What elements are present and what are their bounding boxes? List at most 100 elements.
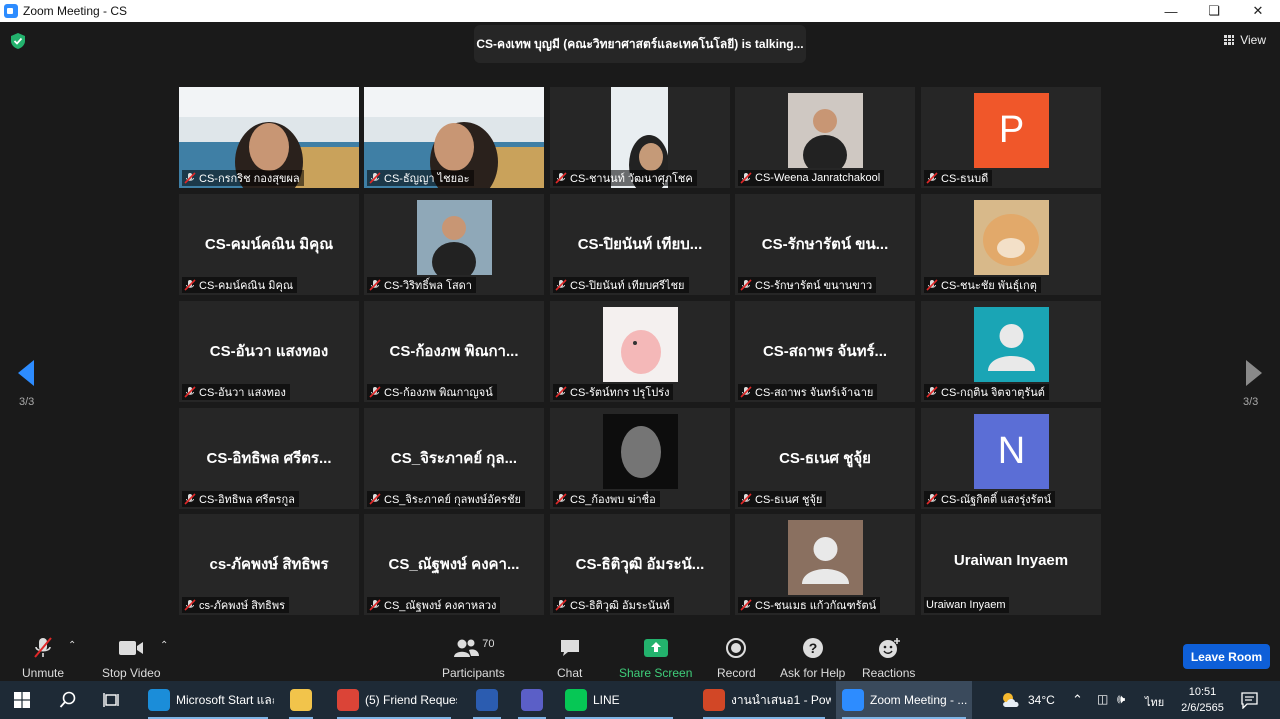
- participants-count: 70: [482, 638, 495, 650]
- participant-name-label: CS_ก้องพบ ฆ่าชื่อ: [553, 491, 660, 507]
- participant-tile[interactable]: P CS-ธนบดี: [921, 87, 1101, 188]
- participant-tile[interactable]: CS-สถาพร จันทร์... CS-สถาพร จันทร์เจ้าฉาย: [735, 301, 915, 402]
- taskbar-app-word[interactable]: [467, 681, 507, 719]
- weather-widget[interactable]: 34°C: [1000, 681, 1062, 719]
- participant-name: CS-ธิติวุฒิ อัมระนันท์: [570, 600, 670, 612]
- participant-name-label: CS-รักษารัตน์ ขนานขาว: [738, 277, 877, 293]
- participant-name: CS-ก้องภพ พิณกาญจน์: [384, 387, 493, 399]
- participant-tile[interactable]: CS_ก้องพบ ฆ่าชื่อ: [550, 408, 730, 509]
- zoom-app-icon: [4, 4, 18, 18]
- participant-name: CS-ชานนท์ วัฒนาศุภโชค: [570, 173, 693, 185]
- taskbar-app-powerpoint[interactable]: งานนำเสนอ1 - Pow...: [697, 681, 831, 719]
- participant-tile[interactable]: CS_จิระภาคย์ กุล... CS_จิระภาคย์ กุลพงษ์อ…: [364, 408, 544, 509]
- audio-options-chevron-icon[interactable]: ⌃: [68, 640, 76, 651]
- participants-icon: [454, 639, 480, 657]
- muted-mic-icon: [926, 493, 938, 505]
- muted-mic-icon: [184, 386, 196, 398]
- participant-name: Uraiwan Inyaem: [926, 599, 1006, 611]
- security-shield-icon[interactable]: [11, 33, 25, 49]
- participant-name: CS-รักษารัตน์ ขนานขาว: [755, 280, 873, 292]
- muted-mic-icon: [369, 386, 381, 398]
- taskbar-app-folder[interactable]: [283, 681, 319, 719]
- restore-icon[interactable]: ❏: [1192, 0, 1236, 22]
- participant-tile[interactable]: CS-ปิยนันท์ เทียบ... CS-ปิยนันท์ เทียบศรี…: [550, 194, 730, 295]
- tray-overflow-chevron-icon[interactable]: ⌃: [1072, 692, 1083, 708]
- participant-tile[interactable]: CS-วิริทธิ์พล โสดา: [364, 194, 544, 295]
- muted-mic-icon: [555, 386, 567, 398]
- participant-tile[interactable]: CS-ชนเมธ แก้วกัณฑรัตน์: [735, 514, 915, 615]
- leave-room-button[interactable]: Leave Room: [1183, 644, 1270, 669]
- participant-name: CS-กฤติน จิตจาตุรันต์: [941, 387, 1045, 399]
- participant-tile[interactable]: CS-อันวา แสงทอง CS-อันวา แสงทอง: [179, 301, 359, 402]
- participant-tile[interactable]: cs-ภัคพงษ์ สิทธิพร cs-ภัคพงษ์ สิทธิพร: [179, 514, 359, 615]
- participant-name-label: CS-ธัญญา ไชยอะ: [367, 170, 474, 186]
- participant-tile[interactable]: CS-ก้องภพ พิณกา... CS-ก้องภพ พิณกาญจน์: [364, 301, 544, 402]
- participant-photo: [603, 414, 678, 489]
- video-options-chevron-icon[interactable]: ⌃: [160, 640, 168, 651]
- participant-tile[interactable]: CS-อิทธิพล ศรีตร... CS-อิทธิพล ศรีตรกูล: [179, 408, 359, 509]
- ask-for-help-button[interactable]: ? Ask for Help: [780, 636, 845, 680]
- participant-tile[interactable]: CS-ชนะชัย พันธุ์เกตุ: [921, 194, 1101, 295]
- task-view-button[interactable]: [92, 681, 132, 719]
- participant-name-label: CS-ชนเมธ แก้วกัณฑรัตน์: [738, 597, 881, 613]
- windows-logo-icon: [14, 692, 30, 708]
- previous-page-arrow-icon[interactable]: [18, 360, 34, 386]
- participant-tile[interactable]: CS-ธิติวุฒิ อัมระนั... CS-ธิติวุฒิ อัมระน…: [550, 514, 730, 615]
- unmute-label: Unmute: [22, 666, 65, 680]
- participant-tile[interactable]: Uraiwan Inyaem Uraiwan Inyaem: [921, 514, 1101, 615]
- participant-tile[interactable]: CS-คมน์คณิน มิคุณ CS-คมน์คณิน มิคุณ: [179, 194, 359, 295]
- participant-name: CS-ธัญญา ไชยอะ: [384, 173, 470, 185]
- zoom-icon: [842, 689, 864, 711]
- network-icon[interactable]: ◫: [1097, 692, 1108, 706]
- participant-tile[interactable]: N CS-ณัฐกิตติ์ แสงรุ่งรัตน์: [921, 408, 1101, 509]
- participant-name: CS-กรกริช กองสุขผล: [199, 173, 300, 185]
- start-button[interactable]: [0, 681, 44, 719]
- reactions-label: Reactions: [862, 666, 916, 680]
- participant-tile[interactable]: CS-รัตน์ทกร ปรุโปร่ง: [550, 301, 730, 402]
- participant-tile[interactable]: CS-กรกริช กองสุขผล: [179, 87, 359, 188]
- participant-tile[interactable]: CS-ชานนท์ วัฒนาศุภโชค: [550, 87, 730, 188]
- system-clock[interactable]: 10:51 2/6/2565: [1175, 684, 1230, 716]
- participants-button[interactable]: 70 Participants: [442, 636, 505, 680]
- muted-mic-icon: [369, 279, 381, 291]
- participant-display-name: CS-ปิยนันท์ เทียบ...: [577, 236, 703, 253]
- input-language[interactable]: ไทย: [1145, 693, 1164, 711]
- participant-initial-avatar: P: [974, 93, 1049, 168]
- search-taskbar-button[interactable]: [48, 681, 88, 719]
- chat-button[interactable]: Chat: [557, 636, 582, 680]
- participant-tile[interactable]: CS-รักษารัตน์ ขน... CS-รักษารัตน์ ขนานขาว: [735, 194, 915, 295]
- record-button[interactable]: Record: [717, 636, 756, 680]
- close-icon[interactable]: ✕: [1236, 0, 1280, 22]
- taskbar-app-line[interactable]: LINE: [559, 681, 679, 719]
- minimize-icon[interactable]: —: [1149, 0, 1193, 22]
- mic-off-icon: [34, 637, 52, 658]
- participant-name-label: CS-สถาพร จันทร์เจ้าฉาย: [738, 384, 878, 400]
- avatar-letter: P: [998, 109, 1025, 151]
- share-screen-icon: [643, 639, 668, 657]
- taskbar-app-chrome[interactable]: (5) Friend Reques...: [331, 681, 457, 719]
- volume-icon[interactable]: 🕪: [1117, 691, 1125, 707]
- stop-video-button[interactable]: Stop Video: [102, 636, 161, 680]
- next-page-arrow-icon[interactable]: [1246, 360, 1262, 386]
- muted-mic-icon: [926, 386, 938, 398]
- participant-photo: [788, 93, 863, 168]
- view-button[interactable]: View: [1224, 33, 1266, 47]
- notification-center-icon[interactable]: [1241, 692, 1258, 709]
- participant-name-label: CS-ปิยนันท์ เทียบศรีไชย: [553, 277, 689, 293]
- share-screen-button[interactable]: Share Screen: [619, 636, 692, 680]
- taskbar-app-teams[interactable]: [512, 681, 552, 719]
- unmute-button[interactable]: Unmute: [22, 636, 64, 680]
- participant-tile[interactable]: CS-กฤติน จิตจาตุรันต์: [921, 301, 1101, 402]
- participant-tile[interactable]: CS-ธเนศ ชูจุ้ย CS-ธเนศ ชูจุ้ย: [735, 408, 915, 509]
- participant-tile[interactable]: CS-ธัญญา ไชยอะ: [364, 87, 544, 188]
- reactions-button[interactable]: Reactions: [862, 636, 915, 680]
- participant-photo: [603, 307, 678, 382]
- participant-name-label: CS-ณัฐกิตติ์ แสงรุ่งรัตน์: [924, 491, 1056, 507]
- muted-mic-icon: [555, 599, 567, 611]
- participant-tile[interactable]: CS_ณัฐพงษ์ คงคา... CS_ณัฐพงษ์ คงคาหลวง: [364, 514, 544, 615]
- participants-label: Participants: [442, 666, 505, 680]
- taskbar-app-edge[interactable]: Microsoft Start และ...: [142, 681, 274, 719]
- taskbar-app-zoom[interactable]: Zoom Meeting - ...: [836, 681, 972, 719]
- participant-name: CS-อิทธิพล ศรีตรกูล: [199, 494, 295, 506]
- participant-tile[interactable]: CS-Weena Janratchakool: [735, 87, 915, 188]
